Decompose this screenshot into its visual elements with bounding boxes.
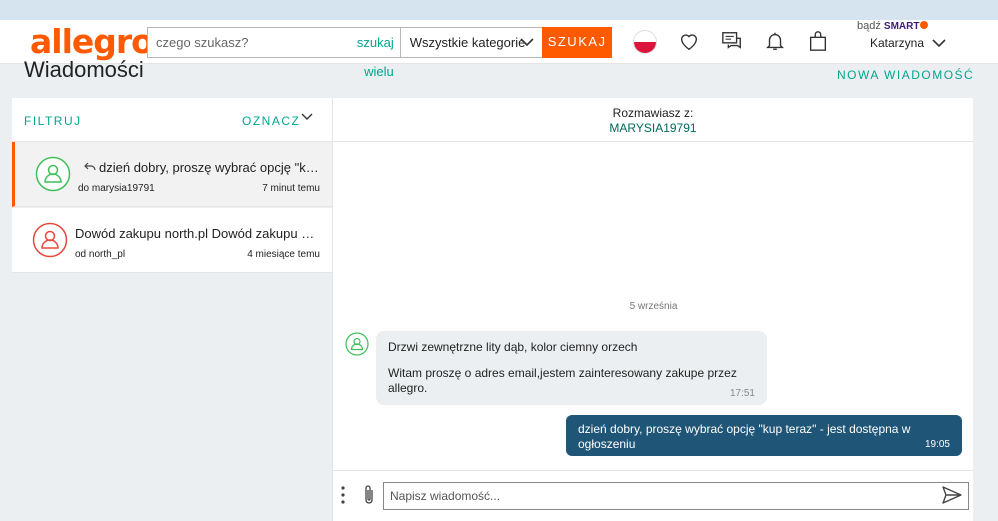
outgoing-message: dzień dobry, proszę wybrać opcję "kup te…: [566, 415, 962, 456]
conversation-panel: Rozmawiasz z: MARYSIA19791 5 września Dr…: [332, 98, 974, 521]
chevron-down-icon[interactable]: [931, 37, 947, 49]
incoming-message: Drzwi zewnętrzne lity dąb, kolor ciemny …: [376, 331, 767, 405]
browser-top-strip: [0, 0, 998, 20]
search-button[interactable]: SZUKAJ: [542, 27, 612, 58]
search-input[interactable]: [148, 28, 328, 57]
user-name[interactable]: Katarzyna: [870, 36, 924, 50]
more-options-icon[interactable]: [341, 486, 345, 504]
paperclip-icon[interactable]: [362, 484, 376, 506]
category-select[interactable]: Wszystkie kategorie: [399, 28, 543, 57]
smart-label: SMART: [883, 21, 920, 32]
message-text: Witam proszę o adres email,jestem zainte…: [388, 366, 737, 395]
filter-button[interactable]: FILTRUJ: [24, 114, 82, 128]
smart-badge-icon: [920, 21, 929, 29]
message-time: 19:05: [924, 439, 950, 450]
threads-panel: FILTRUJ OZNACZ dzień dobry, proszę wybra…: [12, 98, 332, 521]
user-avatar-icon: [345, 332, 369, 356]
message-composer: [333, 470, 974, 521]
heart-icon[interactable]: [678, 30, 700, 52]
chat-icon[interactable]: [721, 30, 743, 52]
thread-subject: Dowód zakupu north.pl Dowód zakupu Dowód…: [75, 226, 320, 241]
thread-time: 4 miesiące temu: [247, 249, 320, 260]
date-separator: 5 września: [629, 301, 678, 312]
site-header: allegro szukaj wielu Wszystkie kategorie…: [0, 20, 998, 79]
thread-item[interactable]: dzień dobry, proszę wybrać opcję "kup te…: [12, 142, 332, 207]
thread-item[interactable]: Dowód zakupu north.pl Dowód zakupu Dowód…: [12, 208, 332, 273]
conversation-with-label: Rozmawiasz z:: [612, 106, 694, 120]
page-title: Wiadomości: [24, 57, 144, 78]
thread-participant: do marysia19791: [78, 183, 155, 194]
search-multi-link[interactable]: szukaj wielu: [328, 28, 400, 79]
user-avatar-icon: [35, 156, 71, 192]
send-icon[interactable]: [942, 486, 962, 504]
conversation-header: Rozmawiasz z: MARYSIA19791: [333, 98, 973, 142]
conversation-with-user[interactable]: MARYSIA19791: [333, 120, 973, 136]
message-time: 17:51: [729, 388, 755, 399]
bell-icon[interactable]: [764, 30, 786, 52]
thread-time: 7 minut temu: [262, 183, 320, 194]
chevron-down-icon[interactable]: [301, 112, 313, 122]
message-input[interactable]: [383, 482, 969, 510]
user-avatar-icon: [32, 222, 68, 258]
reply-icon: [84, 162, 96, 171]
search-bar: szukaj wielu Wszystkie kategorie SZUKAJ: [147, 27, 612, 79]
message-text: Drzwi zewnętrzne lity dąb, kolor ciemny …: [388, 340, 638, 354]
new-message-button[interactable]: NOWA WIADOMOŚĆ: [837, 68, 974, 82]
poland-flag-icon[interactable]: [634, 31, 656, 53]
thread-subject: dzień dobry, proszę wybrać opcję "kup te…: [99, 160, 324, 175]
category-select-value: Wszystkie kategorie: [409, 35, 526, 50]
threads-panel-header: FILTRUJ OZNACZ: [12, 98, 332, 142]
thread-participant: od north_pl: [75, 249, 126, 260]
shopping-bag-icon[interactable]: [807, 30, 829, 52]
mark-button[interactable]: OZNACZ: [242, 114, 300, 128]
message-text: dzień dobry, proszę wybrać opcję "kup te…: [578, 422, 911, 451]
smart-promo[interactable]: bądź SMART: [857, 20, 929, 32]
chevron-down-icon: [520, 38, 534, 47]
